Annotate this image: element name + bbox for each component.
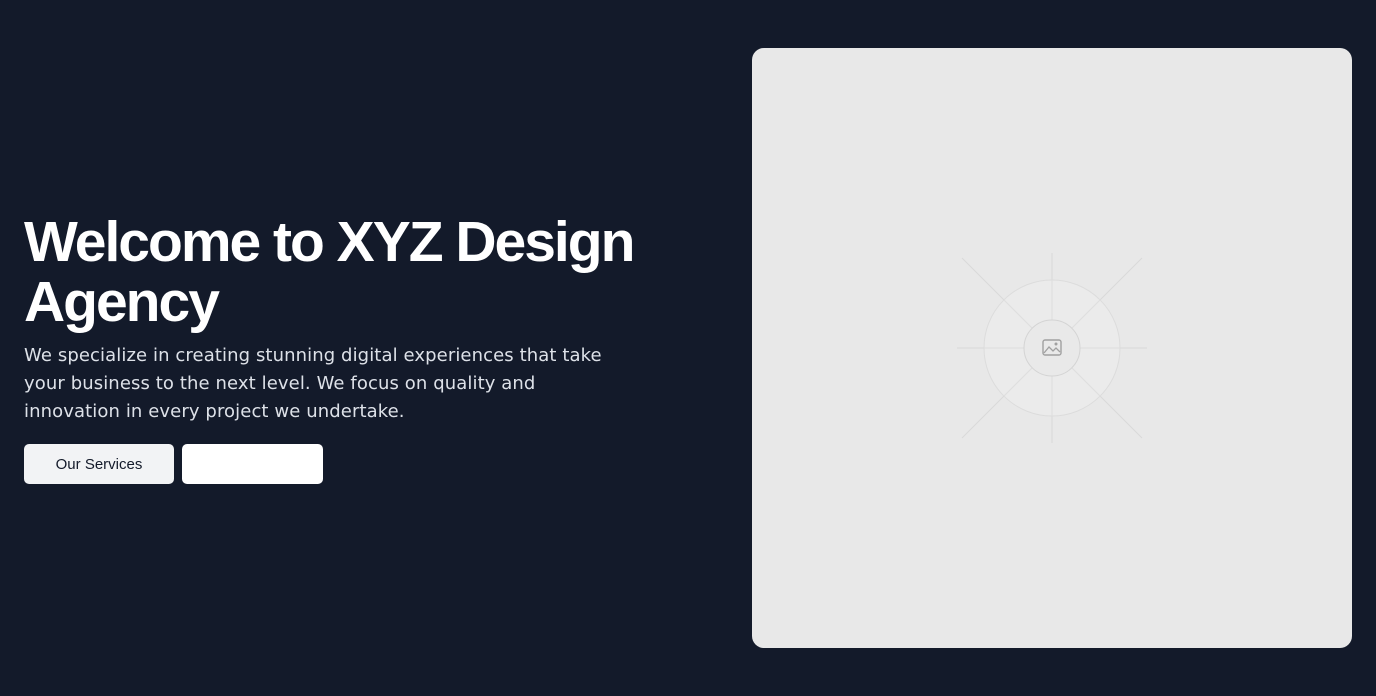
our-services-button[interactable]: Our Services xyxy=(24,444,174,484)
placeholder-illustration xyxy=(957,253,1147,443)
hero-title: Welcome to XYZ Design Agency xyxy=(24,210,635,334)
hero-description: We specialize in creating stunning digit… xyxy=(24,345,602,422)
hero-section: Welcome to XYZ Design Agency We speciali… xyxy=(24,212,704,484)
hero-image-placeholder xyxy=(752,48,1352,648)
hero-button-row: Our Services xyxy=(24,444,704,484)
secondary-button[interactable] xyxy=(182,444,323,484)
